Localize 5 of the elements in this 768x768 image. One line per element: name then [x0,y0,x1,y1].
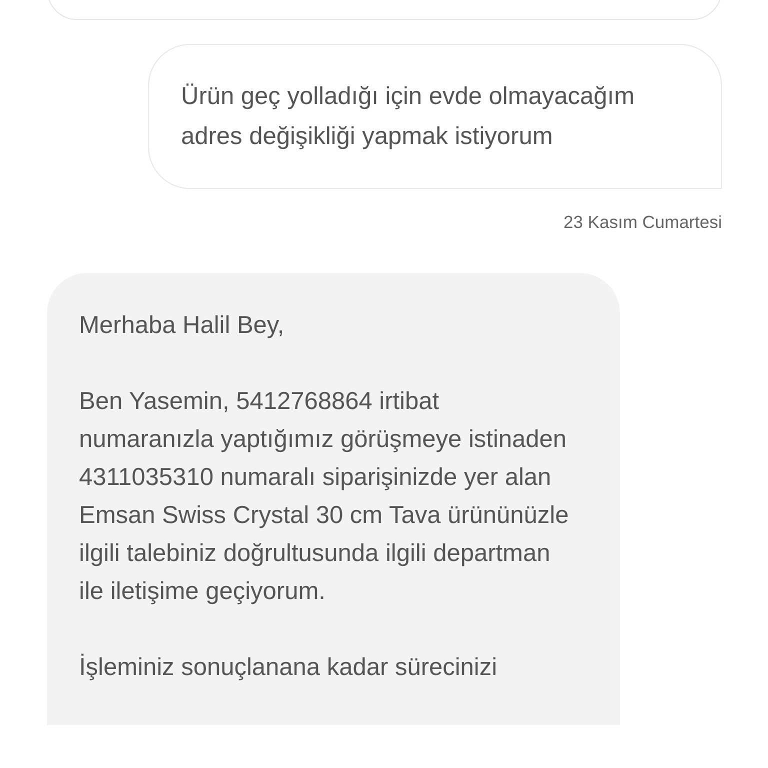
message-text: Ürün geç yolladığı için evde olmayacağım adres değişikliği yapmak istiyorum [181,82,636,152]
message-text: İşleminiz sonuçlanana kadar sürecinizi [79,652,498,684]
message-text: Merhaba Halil Bey, [79,311,286,342]
message-date: 23 Kasım Cumartesi [563,211,722,234]
message-text: Ben Yasemin, 5412768864 irtibat numaranızla yaptığımız görüşmeye istinaden 4311035310 numaralı siparişinizde yer alan Emsan Swiss Crystal 30 cm Tava ürününüzle ilgili talebiniz doğrultusunda ilgili departman ile iletişime geçiyorum. [79,387,570,608]
